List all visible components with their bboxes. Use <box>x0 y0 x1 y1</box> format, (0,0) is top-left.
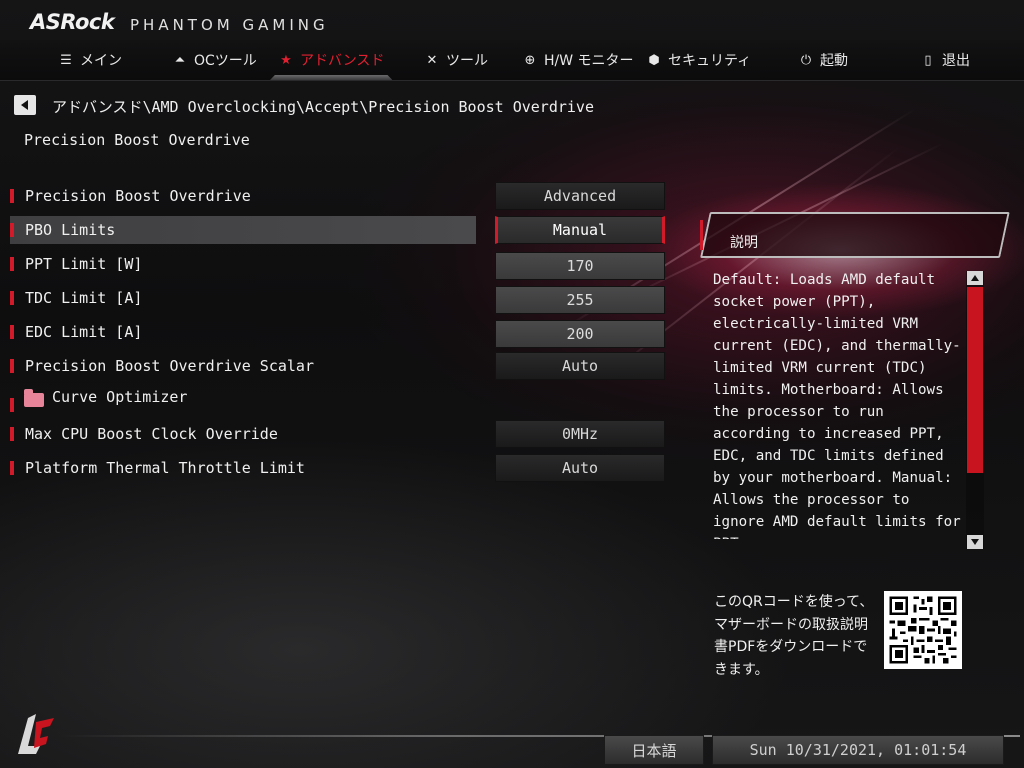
tab-tools[interactable]: ✕ ツール <box>424 40 488 80</box>
breadcrumb: アドバンスド\AMD Overclocking\Accept\Precision… <box>52 98 594 116</box>
rocket-icon: ⏶ <box>174 52 186 68</box>
tab-main-label: メイン <box>80 53 122 69</box>
power-icon: ⏻ <box>800 52 812 68</box>
description-title: 説明 <box>730 235 758 251</box>
list-icon: ☰ <box>60 52 72 68</box>
setting-row-ppt-limit[interactable]: PPT Limit [W] <box>10 250 476 278</box>
setting-label: Curve Optimizer <box>52 388 188 406</box>
setting-row-curve-optimizer[interactable]: Curve Optimizer <box>10 386 476 414</box>
tools-icon: ✕ <box>426 52 438 68</box>
pbo-mode-select[interactable]: Advanced <box>495 182 665 210</box>
setting-row-max-boost-override[interactable]: Max CPU Boost Clock Override <box>10 420 476 448</box>
setting-label: Max CPU Boost Clock Override <box>25 425 278 443</box>
row-marker <box>10 291 14 305</box>
setting-row-pbo-limits[interactable]: PBO Limits <box>10 216 476 244</box>
main-menu-bar: ☰ メイン ⏶ OCツール ★ アドバンスド ✕ ツール ⊕ H/W モニター … <box>0 40 1024 81</box>
asrock-logo: ASRock <box>30 10 115 34</box>
setting-row-edc-limit[interactable]: EDC Limit [A] <box>10 318 476 346</box>
setting-row-thermal-throttle[interactable]: Platform Thermal Throttle Limit <box>10 454 476 482</box>
setting-label: Precision Boost Overdrive <box>25 187 251 205</box>
scroll-thumb[interactable] <box>967 287 983 473</box>
tab-security-label: セキュリティ <box>668 53 752 69</box>
description-scrollbar[interactable] <box>966 271 984 549</box>
thermal-throttle-select[interactable]: Auto <box>495 454 665 482</box>
setting-label: TDC Limit [A] <box>25 289 143 307</box>
tab-security[interactable]: ⬢ セキュリティ <box>646 40 751 80</box>
star-icon: ★ <box>280 52 292 68</box>
exit-door-icon: ▯ <box>924 52 932 68</box>
row-marker <box>10 427 14 441</box>
row-marker <box>10 398 14 412</box>
tab-tools-label: ツール <box>446 53 488 69</box>
max-boost-override-select[interactable]: 0MHz <box>495 420 665 448</box>
pbo-limits-select[interactable]: Manual <box>495 216 665 244</box>
folder-icon <box>24 389 44 407</box>
tab-oc-tools[interactable]: ⏶ OCツール <box>172 40 257 80</box>
phantom-gaming-logo: PHANTOM GAMING <box>130 16 329 34</box>
description-text: Default: Loads AMD default socket power … <box>713 272 961 539</box>
setting-label: EDC Limit [A] <box>25 323 143 341</box>
shield-icon: ⬢ <box>648 52 660 68</box>
scroll-down-icon[interactable] <box>967 535 983 549</box>
tab-advanced-label: アドバンスド <box>300 53 385 69</box>
ppt-limit-input[interactable]: 170 <box>495 252 665 280</box>
setting-row-tdc-limit[interactable]: TDC Limit [A] <box>10 284 476 312</box>
setting-row-pbo[interactable]: Precision Boost Overdrive <box>10 182 476 210</box>
tdc-limit-input[interactable]: 255 <box>495 286 665 314</box>
tab-exit[interactable]: ▯ 退出 <box>920 40 970 80</box>
tab-boot-label: 起動 <box>820 53 848 69</box>
setting-label: Precision Boost Overdrive Scalar <box>25 357 314 375</box>
setting-label: PBO Limits <box>25 221 116 239</box>
row-marker <box>10 461 14 475</box>
tab-hw-monitor-label: H/W モニター <box>544 53 634 69</box>
tab-advanced[interactable]: ★ アドバンスド <box>278 40 384 80</box>
row-marker <box>10 359 14 373</box>
back-button[interactable] <box>14 95 36 115</box>
row-marker <box>10 189 14 203</box>
language-button[interactable]: 日本語 <box>604 735 704 765</box>
tab-hw-monitor[interactable]: ⊕ H/W モニター <box>522 40 634 80</box>
qr-code <box>884 591 962 669</box>
description-accent <box>700 220 703 250</box>
setting-label: PPT Limit [W] <box>25 255 143 273</box>
tab-main[interactable]: ☰ メイン <box>58 40 122 80</box>
pbo-scalar-select[interactable]: Auto <box>495 352 665 380</box>
scroll-up-icon[interactable] <box>967 271 983 285</box>
setting-row-pbo-scalar[interactable]: Precision Boost Overdrive Scalar <box>10 352 476 380</box>
row-marker <box>10 223 14 237</box>
tab-exit-label: 退出 <box>942 53 970 69</box>
system-datetime[interactable]: Sun 10/31/2021, 01:01:54 <box>712 735 1004 765</box>
qr-caption: このQRコードを使って、マザーボードの取扱説明書PDFをダウンロードできます。 <box>714 594 874 678</box>
row-marker <box>10 257 14 271</box>
crosshair-icon: ⊕ <box>524 52 536 68</box>
tab-oc-tools-label: OCツール <box>194 53 257 69</box>
edc-limit-input[interactable]: 200 <box>495 320 665 348</box>
phantom-gaming-emblem <box>18 714 54 754</box>
row-marker <box>10 325 14 339</box>
setting-label: Platform Thermal Throttle Limit <box>25 459 305 477</box>
tab-boot[interactable]: ⏻ 起動 <box>798 40 848 80</box>
page-title: Precision Boost Overdrive <box>24 131 250 149</box>
